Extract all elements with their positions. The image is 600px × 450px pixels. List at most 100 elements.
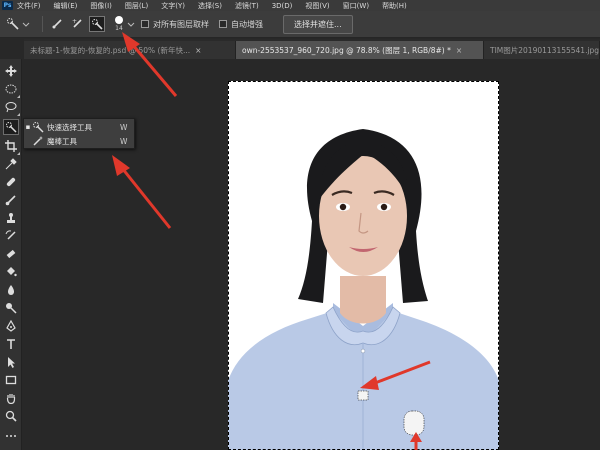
- brush-tip-icon: [115, 16, 123, 24]
- path-select-icon: [8, 357, 15, 368]
- bucket-tool[interactable]: [3, 264, 19, 280]
- selected-bullet: ▪: [25, 123, 31, 131]
- flyout-item-quick-selection[interactable]: ▪ 快速选择工具 W: [24, 120, 134, 134]
- quick-selection-icon: [7, 18, 19, 30]
- quick-selection-icon: [6, 122, 17, 133]
- tools-panel: [0, 59, 22, 450]
- ellipsis-icon: [6, 435, 16, 437]
- quick-selection-icon: [33, 122, 44, 133]
- eyedropper-icon: [5, 158, 17, 170]
- new-selection-button[interactable]: [49, 16, 65, 32]
- shortcut-key: W: [120, 136, 128, 146]
- tool-flyout-menu: ▪ 快速选择工具 W 魔棒工具 W: [23, 118, 135, 149]
- divider: [42, 16, 43, 32]
- move-icon: [5, 65, 17, 77]
- rectangle-icon: [5, 375, 17, 385]
- bucket-icon: [7, 267, 17, 277]
- menu-filter[interactable]: 滤镜(T): [235, 1, 259, 11]
- brush-icon: [5, 195, 16, 206]
- subtract-selection-button[interactable]: [89, 16, 105, 32]
- shortcut-key: W: [120, 122, 128, 132]
- hand-icon: [6, 394, 16, 404]
- history-brush-icon: [5, 230, 16, 240]
- magic-wand-icon: [33, 136, 43, 146]
- rectangle-tool[interactable]: [3, 372, 19, 388]
- quick-selection-tool[interactable]: [3, 119, 19, 135]
- menu-edit[interactable]: 编辑(E): [54, 1, 78, 11]
- move-tool[interactable]: [3, 63, 19, 79]
- marquee-icon: [5, 84, 17, 94]
- tab-label: TIM图片20190113155541.jpg: [490, 45, 600, 55]
- stamp-icon: [7, 213, 15, 223]
- tab-document-1[interactable]: 未标题-1-恢复的-恢复的.psd @ 50% (新年快... ×: [24, 41, 236, 59]
- chevron-down-icon[interactable]: [127, 20, 135, 28]
- more-tools-button[interactable]: [3, 428, 19, 444]
- healing-icon: [6, 177, 16, 187]
- type-tool[interactable]: [3, 336, 19, 352]
- tab-label: 未标题-1-恢复的-恢复的.psd @ 50% (新年快...: [30, 45, 191, 55]
- menu-select[interactable]: 选择(S): [198, 1, 222, 11]
- zoom-tool[interactable]: [3, 408, 19, 424]
- eraser-icon: [6, 249, 16, 259]
- more-tools-indicator: [17, 152, 20, 155]
- crop-tool[interactable]: [3, 138, 20, 155]
- chevron-down-icon: [22, 22, 30, 27]
- more-tools-indicator: [17, 113, 20, 116]
- pen-tool[interactable]: [3, 318, 19, 334]
- healing-tool[interactable]: [3, 174, 19, 190]
- close-icon[interactable]: ×: [195, 46, 201, 55]
- brush-subtract-icon: [92, 19, 103, 30]
- menu-help[interactable]: 帮助(H): [382, 1, 407, 11]
- lasso-tool[interactable]: [3, 99, 20, 116]
- brush-new-icon: [52, 19, 62, 29]
- blur-tool[interactable]: [3, 282, 19, 298]
- path-selection-tool[interactable]: [3, 354, 19, 370]
- document-tabs: 未标题-1-恢复的-恢复的.psd @ 50% (新年快... × own-25…: [24, 39, 600, 59]
- select-and-mask-button[interactable]: 选择并遮住...: [283, 14, 353, 34]
- marquee-tool[interactable]: [3, 81, 20, 98]
- dodge-tool[interactable]: [3, 300, 19, 316]
- eraser-tool[interactable]: [3, 246, 19, 262]
- dodge-icon: [6, 303, 17, 314]
- auto-enhance-label: 自动增强: [231, 19, 263, 29]
- eyedropper-tool[interactable]: [3, 156, 19, 172]
- menu-3d[interactable]: 3D(D): [272, 2, 293, 10]
- brush-add-icon: +: [72, 18, 82, 28]
- menu-window[interactable]: 窗口(W): [343, 1, 369, 11]
- flyout-item-label: 快速选择工具: [47, 122, 92, 132]
- menu-type[interactable]: 文字(Y): [161, 1, 185, 11]
- add-selection-button[interactable]: +: [69, 16, 85, 32]
- tab-document-2[interactable]: own-2553537_960_720.jpg @ 78.8% (图层 1, R…: [236, 41, 484, 59]
- crop-icon: [5, 140, 17, 152]
- photo-canvas[interactable]: [228, 81, 499, 450]
- menu-image[interactable]: 图像(I): [90, 1, 112, 11]
- tab-label: own-2553537_960_720.jpg @ 78.8% (图层 1, R…: [242, 45, 451, 55]
- tab-document-3[interactable]: TIM图片20190113155541.jpg: [484, 41, 600, 59]
- stamp-tool[interactable]: [3, 210, 19, 226]
- more-tools-indicator: [17, 95, 20, 98]
- menu-view[interactable]: 视图(V): [305, 1, 329, 11]
- svg-text:+: +: [72, 18, 77, 25]
- hand-tool[interactable]: [3, 390, 19, 406]
- lasso-icon: [5, 102, 17, 113]
- sample-all-layers-checkbox[interactable]: [141, 20, 149, 28]
- close-icon[interactable]: ×: [456, 46, 462, 55]
- pen-icon: [6, 320, 16, 332]
- brush-size-value: 14: [115, 25, 123, 32]
- photoshop-window: Ps 文件(F) 编辑(E) 图像(I) 图层(L) 文字(Y) 选择(S) 滤…: [0, 0, 600, 450]
- sample-all-layers-label: 对所有图层取样: [153, 19, 209, 29]
- options-bar: + 14 对所有图层取样 自动增强 选择并遮住...: [0, 11, 600, 38]
- blur-icon: [8, 285, 14, 295]
- menu-bar: Ps 文件(F) 编辑(E) 图像(I) 图层(L) 文字(Y) 选择(S) 滤…: [0, 0, 600, 11]
- brush-size-picker[interactable]: 14: [115, 16, 123, 32]
- auto-enhance-checkbox[interactable]: [219, 20, 227, 28]
- flyout-item-magic-wand[interactable]: 魔棒工具 W: [24, 134, 134, 148]
- type-icon: [7, 339, 15, 349]
- tool-preset-picker[interactable]: [6, 17, 36, 31]
- brush-tool[interactable]: [3, 192, 19, 208]
- portrait-photo: [228, 81, 499, 450]
- menu-file[interactable]: 文件(F): [17, 1, 41, 11]
- menu-layer[interactable]: 图层(L): [125, 1, 148, 11]
- zoom-icon: [5, 410, 17, 422]
- history-brush-tool[interactable]: [3, 228, 19, 244]
